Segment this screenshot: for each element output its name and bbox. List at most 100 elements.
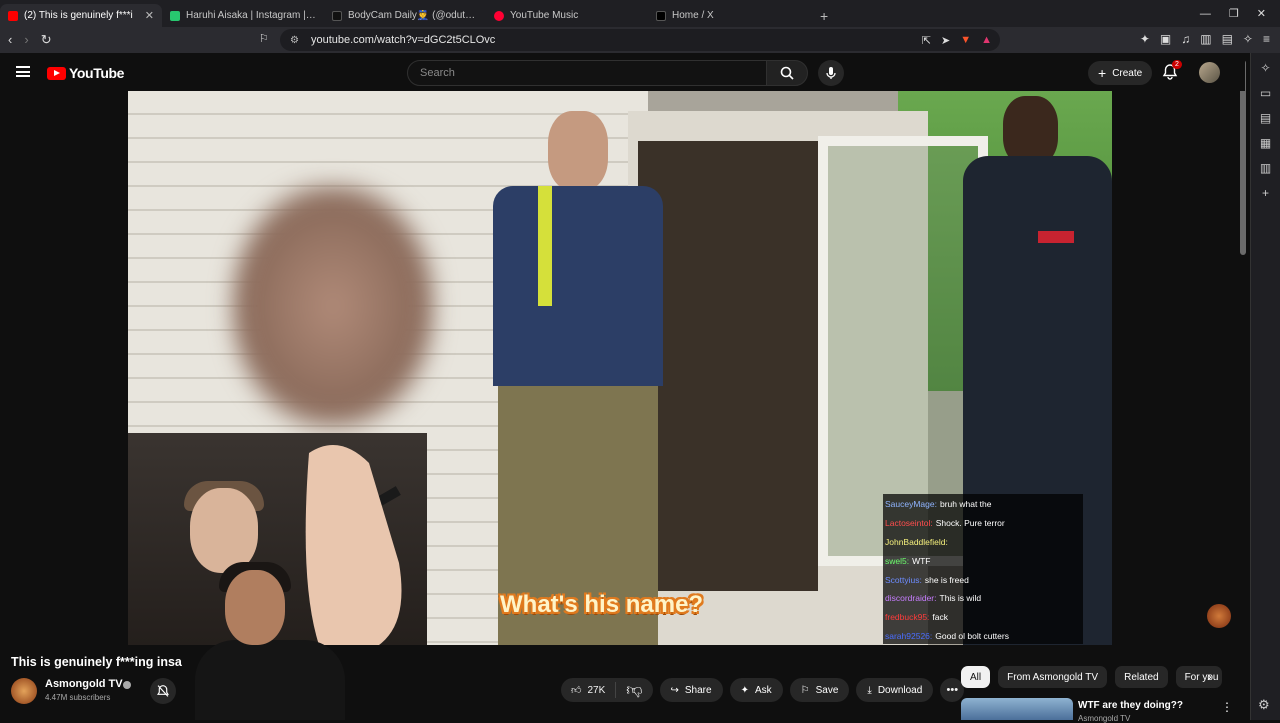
- youtube-play-logo-icon: [47, 66, 66, 80]
- notification-badge: 2: [1172, 60, 1182, 69]
- chat-message: she is freed: [924, 574, 969, 585]
- browser-tab-tiktok[interactable]: BodyCam Daily👮 (@odutqgp71: [324, 4, 486, 27]
- screenshot-icon[interactable]: ▣: [1160, 32, 1171, 46]
- reload-icon[interactable]: ↻: [41, 32, 52, 48]
- open-external-icon[interactable]: ⇱: [922, 34, 931, 47]
- browser-tab-instagram[interactable]: Haruhi Aisaka | Instagram | Lin: [162, 4, 324, 27]
- browser-toolbar: ‹ › ↻ ⚐ ⚙ youtube.com/watch?v=dGC2t5CLOv…: [0, 27, 1280, 53]
- leo-icon[interactable]: ✧: [1243, 32, 1253, 46]
- chat-message: Shock. Pure terror: [935, 518, 1005, 529]
- video-subtitle: What's his name?: [500, 591, 704, 618]
- url-text: youtube.com/watch?v=dGC2t5CLOvc: [310, 34, 496, 46]
- chip-from-channel[interactable]: From Asmongold TV: [998, 666, 1108, 688]
- search-button[interactable]: [766, 60, 808, 86]
- history-icon[interactable]: ▦: [1260, 136, 1271, 150]
- sidebar-toggle-icon[interactable]: ▥: [1200, 32, 1211, 46]
- like-dislike-group: 👍︎ 27K 👎︎: [561, 678, 653, 702]
- minimize-icon[interactable]: —: [1200, 8, 1211, 20]
- like-button[interactable]: 👍︎ 27K: [561, 682, 617, 698]
- menu-icon[interactable]: ≡: [1263, 32, 1270, 46]
- subscriber-count: 4.47M subscribers: [45, 693, 111, 702]
- related-video-menu-icon[interactable]: ⋮: [1221, 700, 1233, 714]
- firefighter-suspender: [538, 186, 552, 306]
- guide-menu-icon[interactable]: [16, 66, 30, 77]
- video-blurred-face: [228, 181, 438, 431]
- chevron-right-icon[interactable]: ›: [1207, 668, 1212, 684]
- browser-tab-youtube[interactable]: (2) This is genuinely f***i ✕: [0, 4, 162, 27]
- rewards-icon[interactable]: ▲: [981, 34, 992, 47]
- voice-search-button[interactable]: [818, 60, 844, 86]
- bookmark-icon[interactable]: ⚐: [259, 32, 269, 45]
- chat-user: SauceyMage:: [885, 499, 937, 510]
- download-icon: ⤓: [867, 684, 872, 696]
- ask-button[interactable]: ✦ Ask: [729, 678, 783, 702]
- chat-user: JohnBaddlefield:: [885, 536, 948, 547]
- youtube-favicon-icon: [8, 10, 18, 21]
- address-bar[interactable]: ⚙ youtube.com/watch?v=dGC2t5CLOvc ⇱ ➤ ▼ …: [280, 29, 1000, 51]
- send-icon[interactable]: ➤: [941, 34, 950, 47]
- brave-shield-icon[interactable]: ▼: [960, 34, 971, 47]
- ask-label: Ask: [754, 684, 772, 696]
- media-icon[interactable]: ▭: [1260, 86, 1271, 100]
- account-avatar[interactable]: [1199, 62, 1220, 83]
- share-icon: ↪: [670, 684, 679, 696]
- search-input[interactable]: Search: [407, 60, 767, 86]
- youtube-logo[interactable]: YouTube: [47, 65, 124, 81]
- forward-icon[interactable]: ›: [24, 32, 28, 48]
- related-video-thumbnail[interactable]: [961, 698, 1073, 720]
- close-window-icon[interactable]: ✕: [1257, 7, 1266, 20]
- browser-tab-youtube-music[interactable]: YouTube Music: [486, 4, 648, 27]
- settings-gear-icon[interactable]: ⚙: [1258, 697, 1270, 713]
- chat-line: JohnBaddlefield:: [885, 533, 1081, 552]
- thumbs-down-icon: 👎︎: [626, 681, 643, 699]
- chat-user: Scottyius:: [885, 574, 922, 585]
- create-button[interactable]: + Create: [1088, 61, 1153, 85]
- download-button[interactable]: ⤓ Download: [856, 678, 934, 702]
- browser-tab-x[interactable]: Home / X: [648, 4, 810, 27]
- tabs-icon[interactable]: ▤: [1260, 111, 1271, 125]
- add-panel-icon[interactable]: +: [1262, 186, 1269, 200]
- firefighter-head: [548, 111, 608, 191]
- share-button[interactable]: ↪ Share: [659, 678, 723, 702]
- music-icon[interactable]: ♫: [1181, 32, 1190, 46]
- dislike-button[interactable]: 👎︎: [616, 681, 652, 700]
- save-button[interactable]: ⚐ Save: [789, 678, 850, 702]
- channel-name[interactable]: Asmongold TV: [45, 678, 123, 690]
- chip-for-you[interactable]: For you: [1175, 666, 1222, 688]
- site-info-icon[interactable]: ⚙: [290, 35, 299, 46]
- chip-related[interactable]: Related: [1115, 666, 1168, 688]
- tiktok-favicon-icon: [332, 10, 342, 21]
- reading-list-icon[interactable]: ▥: [1260, 161, 1271, 175]
- logo-text: YouTube: [69, 65, 125, 81]
- tab-title: YouTube Music: [510, 10, 579, 21]
- tab-title: BodyCam Daily👮 (@odutqgp71: [348, 10, 478, 21]
- channel-watermark-avatar[interactable]: [1207, 604, 1231, 628]
- wallet-icon[interactable]: ▤: [1222, 32, 1233, 46]
- create-label: Create: [1112, 67, 1143, 79]
- chat-message: bruh what the: [939, 499, 992, 510]
- channel-avatar[interactable]: [11, 678, 37, 704]
- maximize-icon[interactable]: ❐: [1229, 7, 1239, 20]
- subscription-bell-button[interactable]: [150, 678, 176, 704]
- chip-all[interactable]: All: [961, 666, 991, 688]
- related-video-title[interactable]: WTF are they doing??: [1078, 700, 1183, 711]
- chat-user: sarah92526:: [885, 630, 933, 641]
- leo-ai-icon[interactable]: ✧: [1260, 61, 1270, 75]
- back-icon[interactable]: ‹: [8, 32, 12, 48]
- tab-title: Home / X: [672, 10, 714, 21]
- video-title: This is genuinely f***ing insa: [11, 655, 182, 669]
- extensions-icon[interactable]: ✦: [1140, 32, 1150, 46]
- chat-message: fack: [932, 612, 949, 623]
- chat-line: sarah92526: Good ol bolt cutters: [885, 627, 1081, 646]
- chat-user: discordraider:: [885, 593, 937, 604]
- chat-line: SauceyMage: bruh what the: [885, 495, 1081, 514]
- close-tab-icon[interactable]: ✕: [145, 9, 154, 22]
- bell-off-icon: [157, 685, 169, 697]
- notifications-button[interactable]: 2: [1162, 60, 1182, 81]
- related-filter-chips: All From Asmongold TV Related For you: [961, 666, 1222, 688]
- nav-buttons: ‹ › ↻: [0, 32, 52, 48]
- chat-user: fredbuck95:: [885, 612, 930, 623]
- new-tab-button[interactable]: +: [810, 4, 838, 27]
- like-count: 27K: [587, 684, 606, 696]
- chat-line: discordraider: This is wild: [885, 589, 1081, 608]
